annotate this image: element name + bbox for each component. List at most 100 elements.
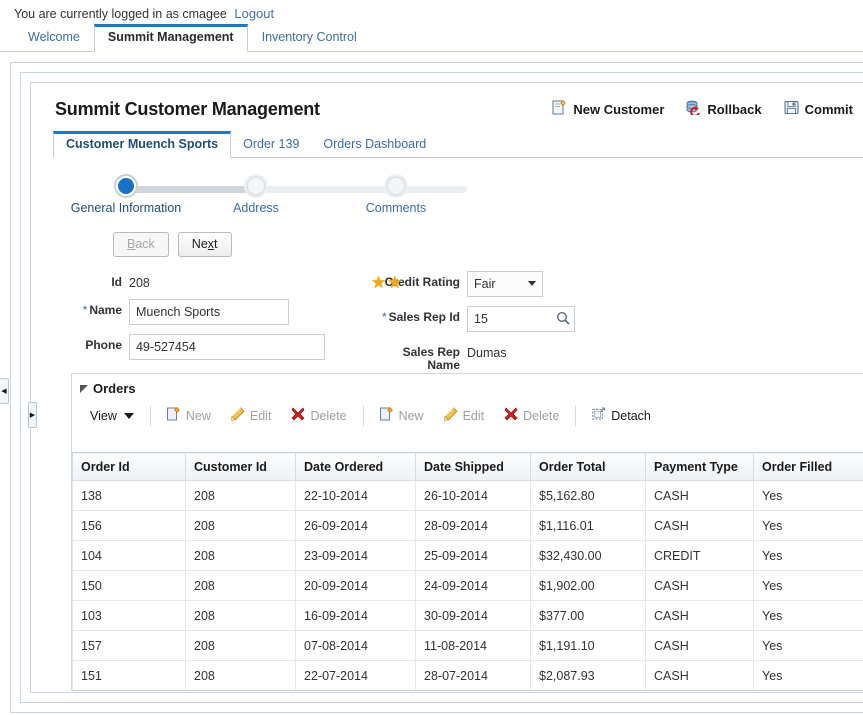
new-order-button-2[interactable]: New xyxy=(370,404,434,427)
table-row[interactable]: 138 208 22-10-2014 26-10-2014 $5,162.80 … xyxy=(72,480,863,511)
edit-order-button-1[interactable]: Edit xyxy=(221,404,282,427)
expand-right-panel-handle[interactable]: ▶ xyxy=(28,402,37,428)
disclosure-triangle-icon[interactable] xyxy=(80,384,88,393)
cell-order-filled[interactable]: Yes xyxy=(753,630,863,661)
cell-order-id[interactable]: 151 xyxy=(72,660,186,690)
delete-order-button-1[interactable]: Delete xyxy=(281,404,356,427)
cell-date-shipped[interactable]: 25-09-2014 xyxy=(415,540,531,571)
train-stop-general-information[interactable]: General Information xyxy=(61,176,191,215)
commit-button[interactable]: Commit xyxy=(784,100,853,118)
col-payment-type[interactable]: Payment Type xyxy=(645,452,754,481)
cell-order-id[interactable]: 104 xyxy=(72,540,186,571)
cell-order-id[interactable]: 156 xyxy=(72,510,186,541)
cell-date-ordered[interactable]: 26-09-2014 xyxy=(295,510,416,541)
cell-customer-id[interactable]: 208 xyxy=(185,510,296,541)
cell-customer-id[interactable]: 208 xyxy=(185,600,296,631)
cell-order-filled[interactable]: Yes xyxy=(753,660,863,690)
col-order-filled[interactable]: Order Filled xyxy=(753,452,863,481)
cell-payment-type[interactable]: CREDIT xyxy=(645,540,754,571)
form-column-right: Credit Rating Fair * Sales Rep Id 15 Sal… xyxy=(371,271,671,381)
cell-date-shipped[interactable]: 28-09-2014 xyxy=(415,510,531,541)
cell-order-filled[interactable]: Yes xyxy=(753,540,863,571)
cell-order-total[interactable]: $1,191.10 xyxy=(530,630,646,661)
cell-customer-id[interactable]: 208 xyxy=(185,480,296,511)
table-row[interactable]: 157 208 07-08-2014 11-08-2014 $1,191.10 … xyxy=(72,630,863,661)
cell-customer-id[interactable]: 208 xyxy=(185,540,296,571)
cell-date-ordered[interactable]: 22-10-2014 xyxy=(295,480,416,511)
cell-date-ordered[interactable]: 16-09-2014 xyxy=(295,600,416,631)
detach-button[interactable]: Detach xyxy=(582,404,661,427)
sales-rep-name-label: Sales Rep Name xyxy=(402,345,460,372)
cell-order-id[interactable]: 138 xyxy=(72,480,186,511)
cell-order-total[interactable]: $1,902.00 xyxy=(530,570,646,601)
next-button[interactable]: Next xyxy=(177,232,232,257)
new-order-button-1[interactable]: New xyxy=(157,404,221,427)
subtab-orders-dashboard[interactable]: Orders Dashboard xyxy=(311,132,438,157)
tab-summit-management[interactable]: Summit Management xyxy=(93,24,248,52)
collapse-left-panel-handle[interactable]: ◀ xyxy=(0,378,9,404)
field-row-phone: Phone xyxy=(41,334,381,360)
cell-order-total[interactable]: $377.00 xyxy=(530,600,646,631)
edit-order-button-2[interactable]: Edit xyxy=(434,404,495,427)
cell-customer-id[interactable]: 208 xyxy=(185,570,296,601)
cell-order-id[interactable]: 150 xyxy=(72,570,186,601)
cell-order-filled[interactable]: Yes xyxy=(753,600,863,631)
cell-payment-type[interactable]: CASH xyxy=(645,570,754,601)
cell-date-shipped[interactable]: 11-08-2014 xyxy=(415,630,531,661)
cell-payment-type[interactable]: CASH xyxy=(645,510,754,541)
cell-customer-id[interactable]: 208 xyxy=(185,660,296,690)
cell-order-filled[interactable]: Yes xyxy=(753,570,863,601)
cell-date-shipped[interactable]: 28-07-2014 xyxy=(415,660,531,690)
delete-order-button-2[interactable]: Delete xyxy=(494,404,569,427)
logout-link[interactable]: Logout xyxy=(234,6,274,21)
table-row[interactable]: 150 208 20-09-2014 24-09-2014 $1,902.00 … xyxy=(72,570,863,601)
col-customer-id[interactable]: Customer Id xyxy=(185,452,296,481)
cell-date-shipped[interactable]: 24-09-2014 xyxy=(415,570,531,601)
search-lov-icon[interactable] xyxy=(556,311,570,325)
cell-customer-id[interactable]: 208 xyxy=(185,630,296,661)
name-input[interactable] xyxy=(129,299,289,325)
back-button[interactable]: Back xyxy=(113,232,169,257)
col-date-shipped[interactable]: Date Shipped xyxy=(415,452,531,481)
phone-input[interactable] xyxy=(129,334,325,360)
cell-payment-type[interactable]: CASH xyxy=(645,600,754,631)
subtab-order[interactable]: Order 139 xyxy=(231,132,311,157)
cell-date-ordered[interactable]: 23-09-2014 xyxy=(295,540,416,571)
cell-order-id[interactable]: 157 xyxy=(72,630,186,661)
cell-order-filled[interactable]: Yes xyxy=(753,510,863,541)
commit-label: Commit xyxy=(804,101,853,117)
table-row[interactable]: 156 208 26-09-2014 28-09-2014 $1,116.01 … xyxy=(72,510,863,541)
tab-welcome[interactable]: Welcome xyxy=(14,24,94,51)
table-row[interactable]: 104 208 23-09-2014 25-09-2014 $32,430.00… xyxy=(72,540,863,571)
train-stop-comments[interactable]: Comments xyxy=(331,176,461,215)
view-menu-button[interactable]: View xyxy=(80,406,144,426)
cell-date-shipped[interactable]: 26-10-2014 xyxy=(415,480,531,511)
orders-table-scroll[interactable]: Order Id Customer Id Date Ordered Date S… xyxy=(72,452,863,690)
credit-rating-select[interactable]: Fair xyxy=(467,271,543,297)
cell-order-total[interactable]: $5,162.80 xyxy=(530,480,646,511)
detach-icon xyxy=(592,407,606,424)
col-order-id[interactable]: Order Id xyxy=(72,452,186,481)
cell-order-total[interactable]: $1,116.01 xyxy=(530,510,646,541)
cell-order-total[interactable]: $32,430.00 xyxy=(530,540,646,571)
cell-order-filled[interactable]: Yes xyxy=(753,480,863,511)
rollback-button[interactable]: Rollback xyxy=(686,100,762,118)
cell-date-ordered[interactable]: 22-07-2014 xyxy=(295,660,416,690)
cell-payment-type[interactable]: CASH xyxy=(645,660,754,690)
cell-date-ordered[interactable]: 20-09-2014 xyxy=(295,570,416,601)
col-date-ordered[interactable]: Date Ordered xyxy=(295,452,416,481)
orders-panel-header[interactable]: Orders xyxy=(72,374,863,401)
train-stop-address[interactable]: Address xyxy=(191,176,321,215)
col-order-total[interactable]: Order Total xyxy=(530,452,646,481)
cell-payment-type[interactable]: CASH xyxy=(645,630,754,661)
table-row[interactable]: 103 208 16-09-2014 30-09-2014 $377.00 CA… xyxy=(72,600,863,631)
cell-date-ordered[interactable]: 07-08-2014 xyxy=(295,630,416,661)
cell-date-shipped[interactable]: 30-09-2014 xyxy=(415,600,531,631)
new-customer-button[interactable]: New Customer xyxy=(552,99,664,118)
subtab-customer[interactable]: Customer Muench Sports xyxy=(53,131,232,158)
tab-inventory-control[interactable]: Inventory Control xyxy=(248,24,371,51)
cell-payment-type[interactable]: CASH xyxy=(645,480,754,511)
cell-order-id[interactable]: 103 xyxy=(72,600,186,631)
table-row[interactable]: 151 208 22-07-2014 28-07-2014 $2,087.93 … xyxy=(72,660,863,690)
cell-order-total[interactable]: $2,087.93 xyxy=(530,660,646,690)
